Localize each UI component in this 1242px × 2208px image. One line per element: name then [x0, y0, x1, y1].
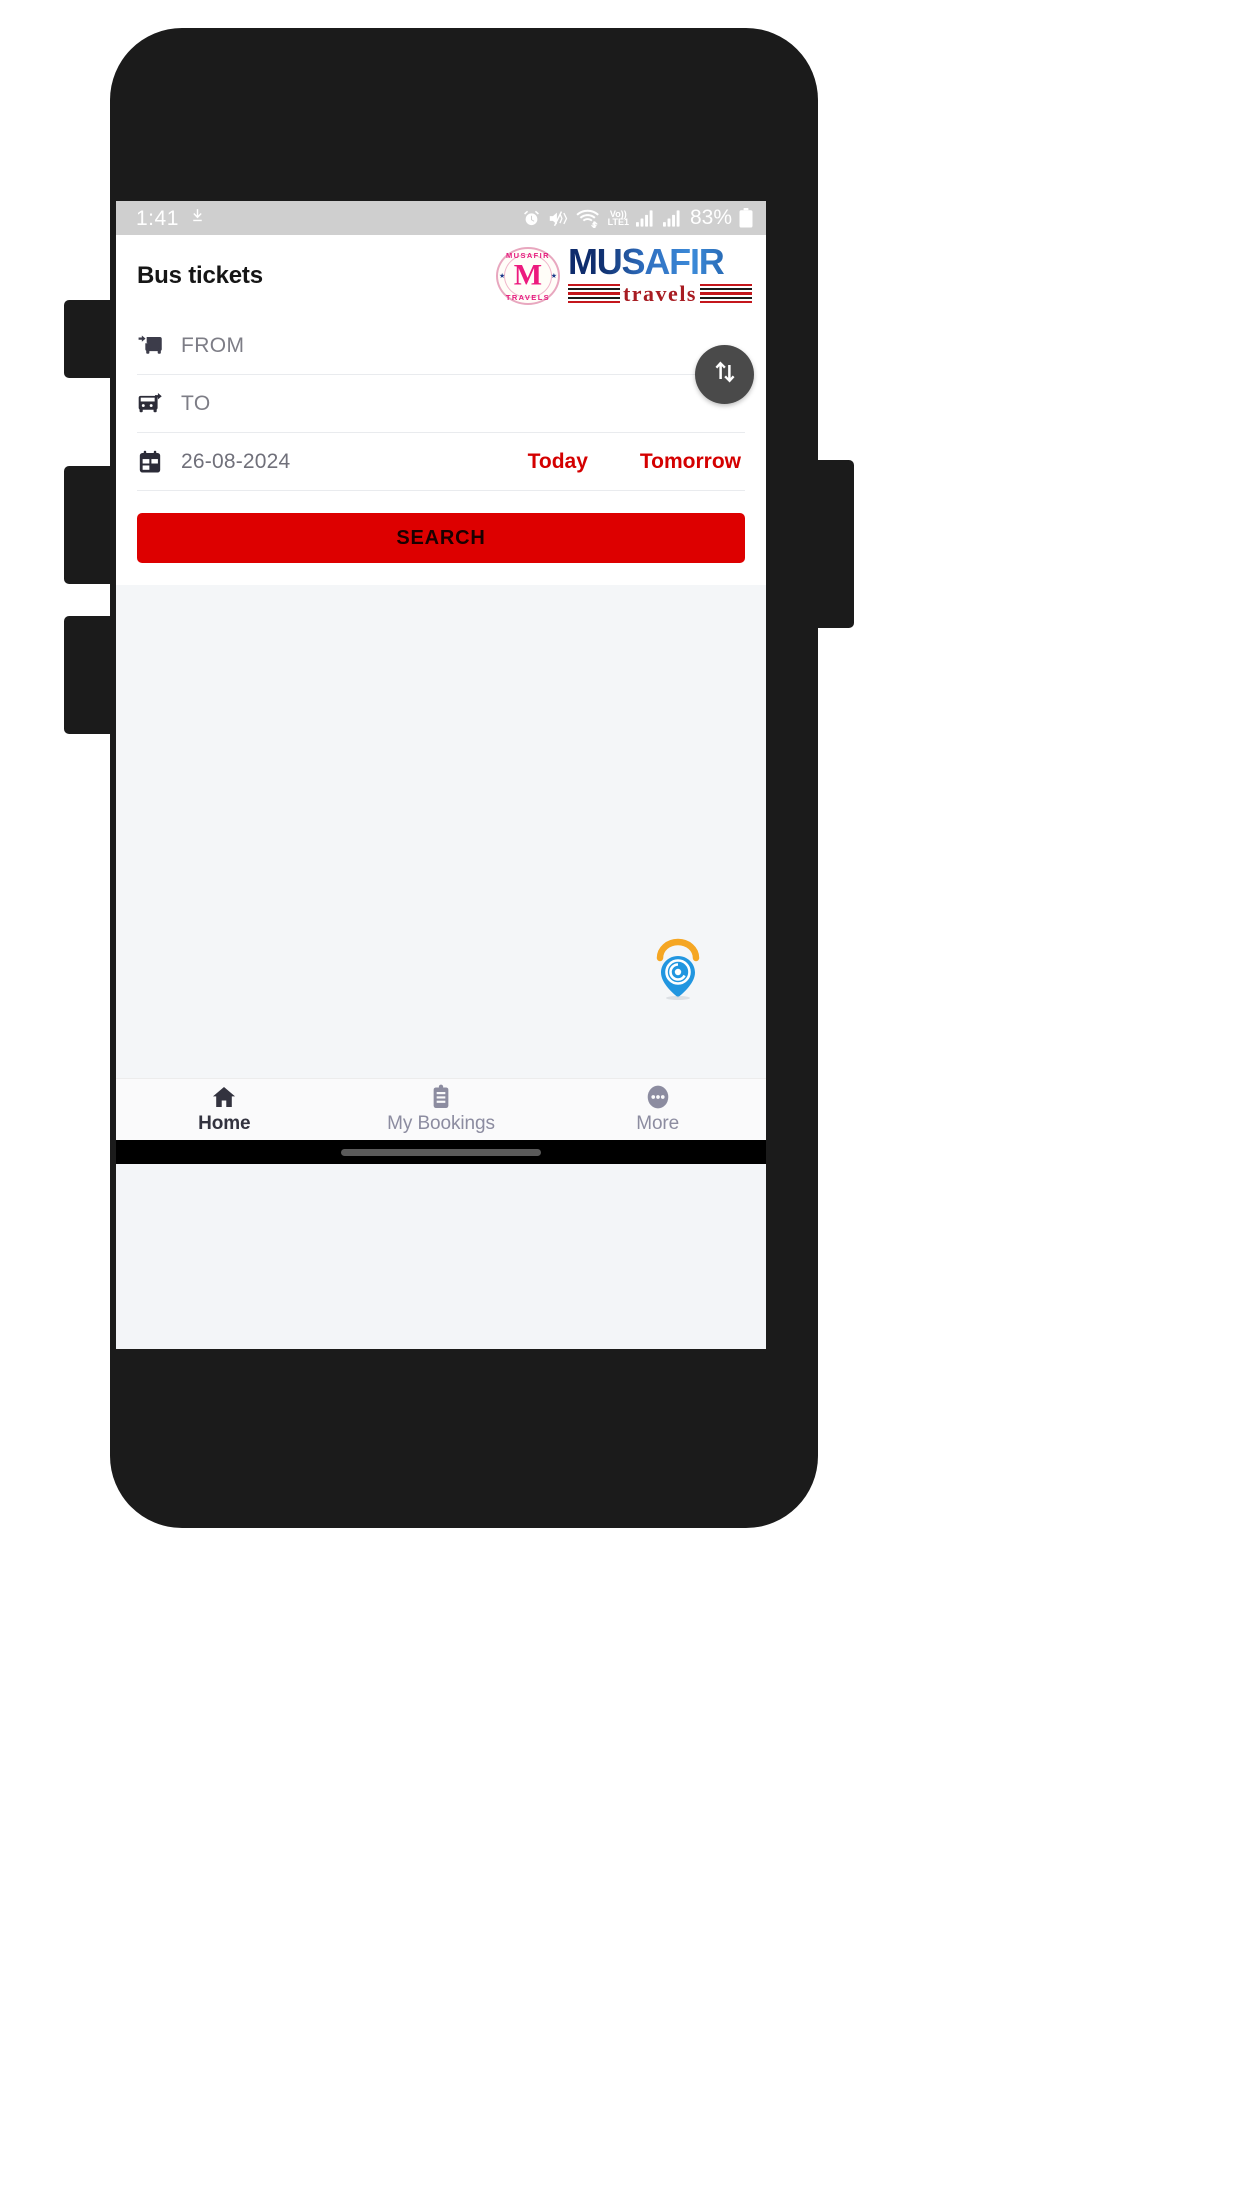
phone-volume-down-button[interactable] — [64, 616, 114, 734]
app-body — [116, 585, 766, 1078]
app-header: Bus tickets MUSAFIR M TRAVELS ★ ★ MUSAFI… — [116, 235, 766, 317]
cellular-signal-icon — [635, 209, 656, 227]
nav-label-more: More — [636, 1113, 680, 1134]
speaker-mute-vibrate-icon — [548, 209, 569, 228]
phone-screen: 1:41 Vo)) LTE1 83% Bus tickets MUSAFIR M… — [116, 201, 766, 1349]
badge-star-right-icon: ★ — [550, 273, 557, 280]
home-indicator-bar — [116, 1140, 766, 1164]
phone-volume-up-button[interactable] — [64, 466, 114, 584]
status-bar: 1:41 Vo)) LTE1 83% — [116, 201, 766, 235]
from-field-placeholder: FROM — [181, 333, 245, 357]
bus-departure-icon — [137, 390, 181, 417]
home-indicator[interactable] — [341, 1148, 541, 1156]
musafir-badge-logo: MUSAFIR M TRAVELS ★ ★ — [495, 247, 560, 305]
battery-full-icon — [739, 208, 753, 228]
badge-star-left-icon: ★ — [498, 273, 506, 280]
to-field-placeholder: TO — [181, 391, 211, 415]
badge-bottom-text: TRAVELS — [505, 293, 551, 302]
alarm-clock-icon — [522, 209, 541, 228]
battery-percent-label: 83% — [689, 206, 732, 229]
download-icon — [189, 207, 206, 229]
page-title: Bus tickets — [137, 262, 263, 289]
wordmark-primary: MUSAFIR — [568, 244, 752, 280]
volte-indicator: Vo)) LTE1 — [607, 209, 629, 227]
musafir-wordmark: MUSAFIR travels — [567, 244, 752, 307]
clipboard-list-icon — [428, 1084, 454, 1110]
status-bar-right: Vo)) LTE1 83% — [522, 206, 753, 230]
quick-date-options: Today Tomorrow — [528, 450, 745, 474]
from-field-row[interactable]: FROM — [137, 317, 745, 375]
bottom-navigation-bar: Home My Bookings More — [116, 1078, 766, 1140]
tomorrow-button[interactable]: Tomorrow — [640, 450, 741, 474]
brand-lockup: MUSAFIR M TRAVELS ★ ★ MUSAFIR travels — [495, 244, 752, 307]
to-field-row[interactable]: TO — [137, 375, 745, 433]
today-button[interactable]: Today — [528, 450, 588, 474]
nav-label-my-bookings: My Bookings — [387, 1113, 495, 1134]
home-icon — [211, 1084, 237, 1110]
page-root: 1:41 Vo)) LTE1 83% Bus tickets MUSAFIR M… — [0, 0, 1242, 2208]
bus-arrival-icon — [137, 332, 181, 359]
phone-power-button[interactable] — [804, 460, 854, 628]
status-bar-clock: 1:41 — [136, 206, 179, 230]
wordmark-secondary: travels — [622, 280, 697, 306]
nav-item-home[interactable]: Home — [116, 1079, 333, 1140]
search-card: FROM TO 26-08-2024 Today Tomorrow SEARCH — [116, 317, 766, 585]
nav-label-home: Home — [198, 1113, 251, 1134]
calendar-icon — [137, 449, 181, 475]
wordmark-stripes-right — [700, 283, 752, 304]
phone-mute-button[interactable] — [64, 300, 114, 378]
date-field-row[interactable]: 26-08-2024 Today Tomorrow — [137, 433, 745, 491]
nav-item-my-bookings[interactable]: My Bookings — [333, 1079, 550, 1140]
swap-vertical-arrows-icon — [710, 357, 740, 392]
search-button[interactable]: SEARCH — [137, 513, 745, 563]
wordmark-stripes-left — [567, 283, 620, 304]
cellular-signal-icon — [662, 209, 683, 227]
swap-from-to-button[interactable] — [695, 345, 754, 404]
nav-item-more[interactable]: More — [549, 1079, 766, 1140]
volte-bottom-label: LTE1 — [607, 217, 629, 227]
gps-location-pin-icon — [642, 930, 714, 1002]
wifi-data-transfer-icon — [576, 209, 601, 228]
status-bar-left: 1:41 — [136, 207, 206, 229]
date-field-value: 26-08-2024 — [181, 449, 291, 473]
wordmark-secondary-row: travels — [567, 280, 752, 307]
more-dots-icon — [645, 1084, 671, 1110]
